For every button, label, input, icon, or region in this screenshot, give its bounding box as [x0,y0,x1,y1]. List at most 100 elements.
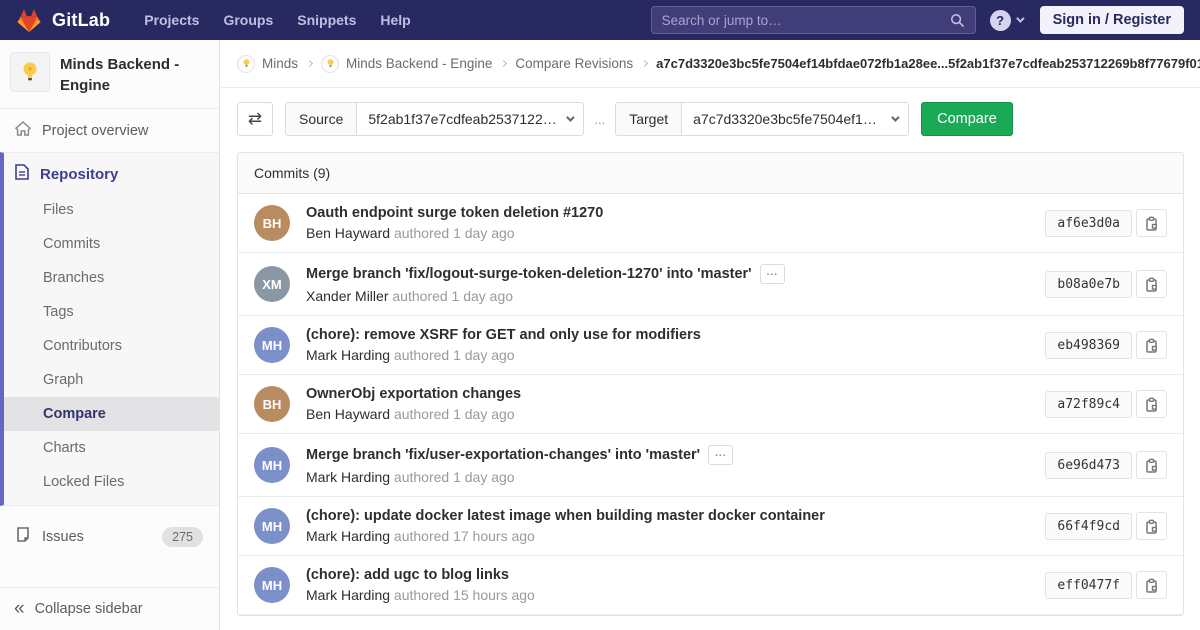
sidebar-repo-subitem[interactable]: Commits [4,227,219,261]
commit-row: XM Merge branch 'fix/logout-surge-token-… [238,253,1183,316]
breadcrumb-item[interactable]: Minds Backend - Engine [321,55,508,73]
lightbulb-icon [242,58,251,69]
breadcrumb-item[interactable]: Compare Revisions [515,56,649,71]
copy-sha-button[interactable] [1136,331,1167,359]
commit-author-link[interactable]: Mark Harding [306,347,390,363]
commit-author-avatar[interactable]: MH [254,567,290,603]
toggle-commit-description-button[interactable]: ... [760,264,785,284]
commit-author-link[interactable]: Ben Hayward [306,225,390,241]
breadcrumb-label: Compare Revisions [515,56,633,71]
commit-sha-link[interactable]: a72f89c4 [1045,391,1132,418]
commit-sha-link[interactable]: eff0477f [1045,572,1132,599]
copy-sha-button[interactable] [1136,209,1167,237]
sidebar-repo-subitem[interactable]: Branches [4,261,219,295]
commit-author-link[interactable]: Mark Harding [306,587,390,603]
sidebar-repo-subitem[interactable]: Compare [4,397,219,431]
commit-title-link[interactable]: Oauth endpoint surge token deletion #127… [306,205,603,221]
sidebar-repo-subitem[interactable]: Files [4,193,219,227]
commit-sha-group: 66f4f9cd [1045,512,1167,540]
copy-sha-button[interactable] [1136,571,1167,599]
commit-author-avatar[interactable]: MH [254,508,290,544]
main-content: Minds Minds Backend - Engine Compare Rev… [221,0,1200,616]
copy-sha-button[interactable] [1136,512,1167,540]
target-revision-dropdown[interactable]: a7c7d3320e3bc5fe7504ef14bfdae072fb1a28ee [681,102,909,136]
copy-sha-button[interactable] [1136,270,1167,298]
commit-author-avatar[interactable]: MH [254,447,290,483]
commit-title-link[interactable]: (chore): add ugc to blog links [306,567,509,583]
help-menu[interactable]: ? [990,10,1022,31]
nav-menu-item[interactable]: Help [368,0,422,40]
issues-icon [14,527,31,547]
commit-author-link[interactable]: Xander Miller [306,288,388,304]
commit-author-link[interactable]: Ben Hayward [306,406,390,422]
compare-button[interactable]: Compare [921,102,1013,136]
chevron-right-icon [641,60,648,67]
search-box[interactable] [651,6,976,34]
clipboard-icon [1145,519,1159,534]
breadcrumb-label: Minds Backend - Engine [346,56,492,71]
nav-menu-item[interactable]: Snippets [285,0,368,40]
search-input[interactable] [662,13,950,28]
copy-sha-button[interactable] [1136,390,1167,418]
commit-row: MH (chore): add ugc to blog links Mark H… [238,556,1183,615]
project-avatar [10,52,50,92]
sidebar-repo-subitem[interactable]: Tags [4,295,219,329]
breadcrumb-avatar [237,55,255,73]
commit-author-avatar[interactable]: BH [254,386,290,422]
commit-sha-link[interactable]: 66f4f9cd [1045,513,1132,540]
sidebar-repo-subitem[interactable]: Charts [4,431,219,465]
commit-texts: (chore): remove XSRF for GET and only us… [306,327,1031,363]
sidebar-item-issues[interactable]: Issues 275 [0,515,219,559]
sign-in-register-button[interactable]: Sign in / Register [1040,6,1184,34]
gitlab-logo[interactable]: GitLab [16,8,110,33]
chevron-down-icon [891,113,899,121]
commit-sha-link[interactable]: af6e3d0a [1045,210,1132,237]
commit-sha-link[interactable]: 6e96d473 [1045,452,1132,479]
commit-meta: Xander Miller authored 1 day ago [306,288,1031,304]
project-name: Minds Backend - Engine [60,52,205,96]
project-context-header[interactable]: Minds Backend - Engine [0,40,219,109]
copy-sha-button[interactable] [1136,451,1167,479]
breadcrumb: Minds Minds Backend - Engine Compare Rev… [221,40,1200,88]
sidebar-repo-subitem[interactable]: Locked Files [4,465,219,499]
sidebar-repo-subitem[interactable]: Contributors [4,329,219,363]
commit-sha-group: af6e3d0a [1045,209,1167,237]
commit-row: MH (chore): update docker latest image w… [238,497,1183,556]
nav-menu-item[interactable]: Groups [211,0,285,40]
commit-texts: (chore): update docker latest image when… [306,508,1031,544]
commit-author-avatar[interactable]: BH [254,205,290,241]
commit-title-link[interactable]: (chore): update docker latest image when… [306,508,825,524]
project-sidebar: Minds Backend - Engine Project overview … [0,40,220,630]
commit-author-avatar[interactable]: MH [254,327,290,363]
commit-sha-group: a72f89c4 [1045,390,1167,418]
target-group: Target a7c7d3320e3bc5fe7504ef14bfdae072f… [615,102,909,136]
commit-title-link[interactable]: (chore): remove XSRF for GET and only us… [306,327,701,343]
source-revision-dropdown[interactable]: 5f2ab1f37e7cdfeab253712269b8f77679f01d19 [356,102,584,136]
commit-meta: Mark Harding authored 1 day ago [306,469,1031,485]
sidebar-repo-subitem[interactable]: Graph [4,363,219,397]
chevron-down-icon [567,113,575,121]
commit-title-link[interactable]: Merge branch 'fix/logout-surge-token-del… [306,266,752,282]
commit-title-link[interactable]: OwnerObj exportation changes [306,386,521,402]
commit-title-link[interactable]: Merge branch 'fix/user-exportation-chang… [306,447,700,463]
sidebar-item-label: Project overview [42,123,148,139]
lightbulb-icon [20,61,40,83]
sidebar-item-repository[interactable]: Repository [4,153,219,193]
collapse-sidebar-button[interactable]: « Collapse sidebar [0,587,219,630]
toggle-commit-description-button[interactable]: ... [708,445,733,465]
commit-author-avatar[interactable]: XM [254,266,290,302]
commit-sha-link[interactable]: eb498369 [1045,332,1132,359]
nav-menu-item[interactable]: Projects [132,0,211,40]
top-navigation: GitLab Projects Groups Snippets Help ? S… [0,0,1200,40]
commit-author-link[interactable]: Mark Harding [306,528,390,544]
clipboard-icon [1145,578,1159,593]
commit-sha-link[interactable]: b08a0e7b [1045,271,1132,298]
breadcrumb-item[interactable]: Minds [237,55,314,73]
commit-author-link[interactable]: Mark Harding [306,469,390,485]
chevron-right-icon [306,60,313,67]
commits-panel-header: Commits (9) [238,153,1183,194]
target-revision-value: a7c7d3320e3bc5fe7504ef14bfdae072fb1a28ee [693,111,883,127]
sidebar-item-project-overview[interactable]: Project overview [0,109,219,152]
commit-texts: (chore): add ugc to blog links Mark Hard… [306,567,1031,603]
swap-revisions-button[interactable]: ⇄ [237,102,273,136]
